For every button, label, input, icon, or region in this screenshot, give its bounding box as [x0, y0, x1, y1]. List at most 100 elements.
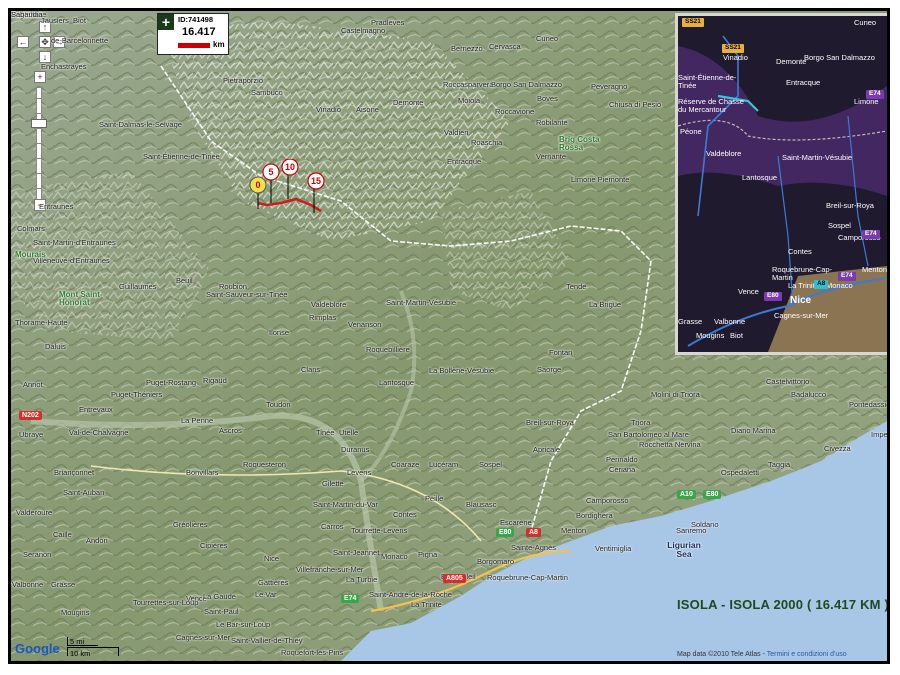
place-label: Roaschia [471, 138, 503, 147]
place-label: Mougins [61, 608, 90, 617]
inset-place-label: Breil-sur-Roya [826, 201, 874, 210]
place-label: Venanson [348, 320, 382, 329]
zoom-slider-knob[interactable] [31, 119, 47, 128]
highlight-place-label: Mourais [15, 250, 46, 259]
inset-place-label: Borgo San Dalmazzo [804, 53, 875, 62]
pan-center-button[interactable]: ✥ [39, 36, 51, 48]
road-shield: E74 [341, 594, 360, 603]
pan-left-button[interactable]: ← [17, 36, 29, 48]
place-label: Saint-Étienne-de-Tinée [143, 152, 220, 161]
place-label: Robilante [536, 118, 568, 127]
place-label: Camporosso [586, 496, 629, 505]
place-label: Boves [537, 94, 558, 103]
marker-5[interactable]: 5 [262, 163, 280, 181]
place-label: Saint-Vallier-de-Thiey [231, 636, 303, 645]
place-label: Rimplas [309, 313, 337, 322]
road-shield: N202 [19, 411, 42, 420]
inset-place-label: Péone [680, 127, 702, 136]
place-label: Saint-Dalmas-le-Selvage [99, 120, 182, 129]
place-label: Tourrettes-sur-Loup [133, 598, 199, 607]
inset-place-label: Lantosque [742, 173, 778, 182]
place-label: Taggia [768, 460, 791, 469]
inset-road-shield: E74 [866, 90, 884, 99]
place-label: Cipières [200, 541, 228, 550]
inset-place-label: Sospel [828, 221, 851, 230]
place-label: Sospel [479, 460, 502, 469]
inset-road-shield: E80 [764, 292, 782, 301]
highlight-place-label: Brig Costa Rossa [559, 135, 600, 152]
place-label: Annot [23, 380, 43, 389]
place-label: Ubraye [19, 430, 44, 439]
place-label: Saint-Martin-Vésubie [386, 298, 457, 307]
place-label: Limone Piemonte [571, 175, 630, 184]
marker-15[interactable]: 15 [307, 172, 325, 190]
place-label: Cuneo [536, 34, 559, 43]
place-label: La Brigue [589, 300, 622, 309]
map-frame: ↑ ← ✥ → ↓ + − + ID:741498 16.417 km 0 5 … [8, 8, 890, 664]
place-label: Saint-Jeannet [333, 548, 380, 557]
place-label: Briançonnet [54, 468, 95, 477]
place-label: La Trinité [411, 600, 442, 609]
terms-link[interactable]: Termini e condizioni d'uso [767, 651, 847, 658]
inset-map[interactable]: Cuneo Vinadio Borgo San Dalmazzo Demonte Ent… [675, 13, 887, 355]
place-label: Chiusa di Pesio [609, 100, 662, 109]
inset-place-label: Nice [790, 295, 812, 306]
place-label: Utelle [339, 428, 359, 437]
place-label: Beuil [176, 276, 193, 285]
place-label: Saint-Auban [63, 488, 105, 497]
place-label: San Bartolomeo al Mare [608, 430, 689, 439]
inset-road-shield: A8 [814, 280, 829, 289]
place-label: Rocchetta Nervina [639, 440, 701, 449]
place-label: Guillaumes [119, 282, 157, 291]
place-label: Valbonne [12, 580, 44, 589]
inset-place-label: Biot [730, 331, 743, 340]
scale-km: 10 km [70, 649, 91, 658]
place-label: Borgomaro [477, 557, 515, 566]
inset-place-label: Contes [788, 247, 812, 256]
place-label: Borgo San Dalmazzo [491, 80, 562, 89]
place-label: Ilonse [269, 328, 290, 337]
place-label: Breil-sur-Roya [526, 418, 574, 427]
place-label: Triora [631, 418, 651, 427]
marker-0[interactable]: 0 [249, 176, 267, 194]
place-label: Saint-André-de-la-Roche [369, 590, 452, 599]
place-label: Clans [301, 365, 321, 374]
inset-place-label: Demonte [776, 57, 807, 66]
place-label: Thorame-Haute [15, 318, 68, 327]
expand-plus-button[interactable]: + [158, 14, 174, 30]
marker-0-label: 0 [255, 180, 260, 190]
place-label: Le Bar-sur-Loup [216, 620, 271, 629]
place-label: Rigaud [203, 376, 227, 385]
km-scale-bar [178, 43, 210, 48]
inset-place-label: Limone [854, 97, 879, 106]
place-label: Ventimiglia [595, 544, 632, 553]
place-label: Valdeblore [311, 300, 347, 309]
attribution-text: Map data ©2010 Tele Atlas - [677, 651, 765, 658]
place-label: Roquefort-les-Pins [281, 648, 344, 657]
place-label: Imperia [871, 430, 890, 439]
zoom-in-button[interactable]: + [34, 71, 46, 83]
zoom-slider[interactable] [34, 87, 42, 201]
inset-place-label: Roquebrune-Cap-Martin [772, 265, 833, 282]
place-label: Badalucco [791, 390, 827, 399]
inset-place-label: Réserve de Chasse du Mercantour [678, 97, 744, 114]
place-label: Duranus [341, 445, 370, 454]
place-label: Saint-Sauveur-sur-Tinée [206, 290, 288, 299]
marker-5-label: 5 [268, 167, 273, 177]
place-label: La Turbie [346, 575, 378, 584]
marker-10[interactable]: 10 [281, 159, 299, 176]
inset-place-label: Valbonne [714, 317, 746, 326]
place-label: Enchastrayes [41, 62, 87, 71]
place-label: Ascros [219, 426, 242, 435]
place-label: Val-de-Chalvagne [69, 428, 129, 437]
inset-place-label: Saint-Étienne-de-Tinée [678, 73, 737, 90]
google-logo[interactable]: Google [15, 641, 60, 656]
place-label: Cagnes-sur-Mer [176, 633, 231, 642]
highlight-place-label: Mont Saint-Honorat [59, 290, 103, 307]
place-label: Ospedaletti [721, 468, 759, 477]
place-label: Perinaldo [606, 455, 638, 464]
place-label: Andon [86, 536, 108, 545]
place-label: Valderoure [16, 508, 53, 517]
inset-road-shield: E74 [862, 230, 880, 239]
place-label: Blausasc [466, 500, 497, 509]
